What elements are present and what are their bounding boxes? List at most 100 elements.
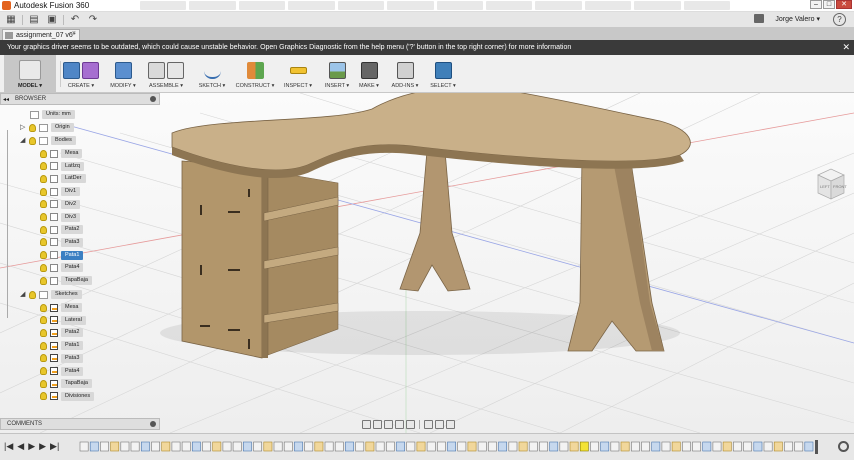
timeline-feature[interactable] xyxy=(804,441,814,452)
file-menu-icon[interactable]: ▤ xyxy=(27,14,41,26)
expand-arrow-icon[interactable]: ▷ xyxy=(20,124,27,132)
timeline-feature[interactable] xyxy=(732,441,742,452)
timeline-marker[interactable] xyxy=(815,440,818,454)
viewcube[interactable]: LEFT FRONT xyxy=(814,165,848,203)
timeline-feature[interactable] xyxy=(140,441,150,452)
timeline-feature[interactable] xyxy=(416,441,426,452)
timeline-feature[interactable] xyxy=(671,441,681,452)
timeline-feature[interactable] xyxy=(498,441,507,452)
tree-row-body[interactable]: Mesa xyxy=(40,148,83,159)
tree-row-origin[interactable]: ▷ Origin xyxy=(20,122,74,133)
tree-row-body[interactable]: TapaBaja xyxy=(40,275,92,286)
timeline-feature[interactable] xyxy=(436,441,446,452)
minimize-button[interactable]: – xyxy=(810,0,822,9)
timeline-feature[interactable] xyxy=(600,441,610,452)
timeline-feature[interactable] xyxy=(120,441,130,452)
timeline-feature[interactable] xyxy=(620,441,630,452)
tree-row-body[interactable]: Div1 xyxy=(40,186,81,197)
visibility-bulb-icon[interactable] xyxy=(40,174,47,183)
go-to-end-button[interactable]: ▶| xyxy=(50,441,59,451)
step-forward-button[interactable]: ▶ xyxy=(39,441,46,451)
tree-row-body[interactable]: Pata1 xyxy=(40,250,84,261)
visibility-bulb-icon[interactable] xyxy=(40,316,47,325)
orbit-icon[interactable] xyxy=(362,420,371,429)
grid-settings-icon[interactable] xyxy=(435,420,444,429)
timeline-feature[interactable] xyxy=(467,441,477,452)
construct-menu[interactable]: CONSTRUCT ▾ xyxy=(234,55,276,93)
timeline-feature[interactable] xyxy=(263,441,273,452)
timeline-feature[interactable] xyxy=(324,441,334,452)
inspect-menu[interactable]: INSPECT ▾ xyxy=(280,55,316,93)
timeline-feature-track[interactable] xyxy=(78,440,823,454)
visibility-bulb-icon[interactable] xyxy=(29,123,36,132)
visibility-bulb-icon[interactable] xyxy=(40,225,47,234)
timeline-feature[interactable] xyxy=(273,441,283,452)
close-window-button[interactable]: ✕ xyxy=(836,0,852,9)
visibility-bulb-icon[interactable] xyxy=(40,251,47,260)
create-menu[interactable]: CREATE ▾ xyxy=(60,55,102,93)
insert-menu[interactable]: INSERT ▾ xyxy=(322,55,352,93)
timeline-feature[interactable] xyxy=(528,441,538,452)
collapse-arrow-icon[interactable]: ◢ xyxy=(20,291,27,299)
timeline-feature[interactable] xyxy=(181,441,191,452)
timeline-settings-gear-icon[interactable] xyxy=(838,441,849,452)
timeline-feature[interactable] xyxy=(222,441,232,452)
timeline-feature[interactable] xyxy=(477,441,487,452)
document-tab[interactable]: assignment_07 v6* × xyxy=(2,29,80,40)
visibility-bulb-icon[interactable] xyxy=(29,136,36,145)
timeline-feature[interactable] xyxy=(518,441,528,452)
timeline-feature[interactable] xyxy=(784,441,793,452)
save-icon[interactable]: ▣ xyxy=(45,14,59,26)
timeline-feature[interactable] xyxy=(253,441,262,452)
timeline-feature[interactable] xyxy=(232,441,242,452)
timeline-feature[interactable] xyxy=(651,441,661,452)
select-menu[interactable]: SELECT ▾ xyxy=(426,55,460,93)
tree-row-sketch[interactable]: Pata3 xyxy=(40,353,84,364)
timeline-feature[interactable] xyxy=(743,441,752,452)
tree-row-sketch[interactable]: Divisiones xyxy=(40,391,95,402)
timeline-feature[interactable] xyxy=(110,441,120,452)
timeline-feature[interactable] xyxy=(171,441,181,452)
visibility-bulb-icon[interactable] xyxy=(40,328,47,337)
timeline-feature[interactable] xyxy=(243,441,252,452)
tree-row-sketch[interactable]: Lateral xyxy=(40,315,86,326)
maximize-button[interactable]: □ xyxy=(823,0,835,9)
timeline-feature[interactable] xyxy=(763,441,773,452)
timeline-feature[interactable] xyxy=(722,441,732,452)
tab-close-icon[interactable]: × xyxy=(72,30,76,37)
timeline-feature[interactable] xyxy=(151,441,160,452)
tree-row-sketch[interactable]: TapaBaja xyxy=(40,378,92,389)
timeline-feature[interactable] xyxy=(590,441,599,452)
visibility-bulb-icon[interactable] xyxy=(40,379,47,388)
browser-pin-icon[interactable] xyxy=(150,96,156,102)
timeline-feature[interactable] xyxy=(794,441,804,452)
timeline-feature[interactable] xyxy=(773,441,783,452)
tree-row-sketch[interactable]: Mesa xyxy=(40,302,83,313)
visibility-bulb-icon[interactable] xyxy=(29,290,36,299)
tree-row-body[interactable]: Pata3 xyxy=(40,237,84,248)
tree-row-bodies[interactable]: ◢ Bodies xyxy=(20,135,76,146)
timeline-feature[interactable] xyxy=(375,441,385,452)
timeline-feature[interactable] xyxy=(630,441,640,452)
look-at-icon[interactable] xyxy=(373,420,382,429)
visibility-bulb-icon[interactable] xyxy=(40,354,47,363)
visibility-bulb-icon[interactable] xyxy=(40,303,47,312)
visibility-bulb-icon[interactable] xyxy=(40,367,47,375)
timeline-feature[interactable] xyxy=(447,441,456,452)
go-to-start-button[interactable]: |◀ xyxy=(4,441,13,451)
comments-add-icon[interactable] xyxy=(150,421,156,427)
visibility-bulb-icon[interactable] xyxy=(40,341,47,350)
modify-menu[interactable]: MODIFY ▾ xyxy=(106,55,140,93)
timeline-feature[interactable] xyxy=(385,441,395,452)
tree-row-sketch[interactable]: Pata1 xyxy=(40,340,84,351)
timeline-feature[interactable] xyxy=(579,441,589,452)
timeline-feature[interactable] xyxy=(702,441,712,452)
timeline-feature[interactable] xyxy=(487,441,497,452)
visibility-bulb-icon[interactable] xyxy=(40,187,47,196)
timeline-feature[interactable] xyxy=(294,441,303,452)
tree-row-sketch[interactable]: Pata4 xyxy=(40,366,84,377)
display-settings-icon[interactable] xyxy=(424,420,433,429)
addins-menu[interactable]: ADD-INS ▾ xyxy=(388,55,422,93)
timeline-feature[interactable] xyxy=(100,441,109,452)
timeline-feature[interactable] xyxy=(161,441,171,452)
